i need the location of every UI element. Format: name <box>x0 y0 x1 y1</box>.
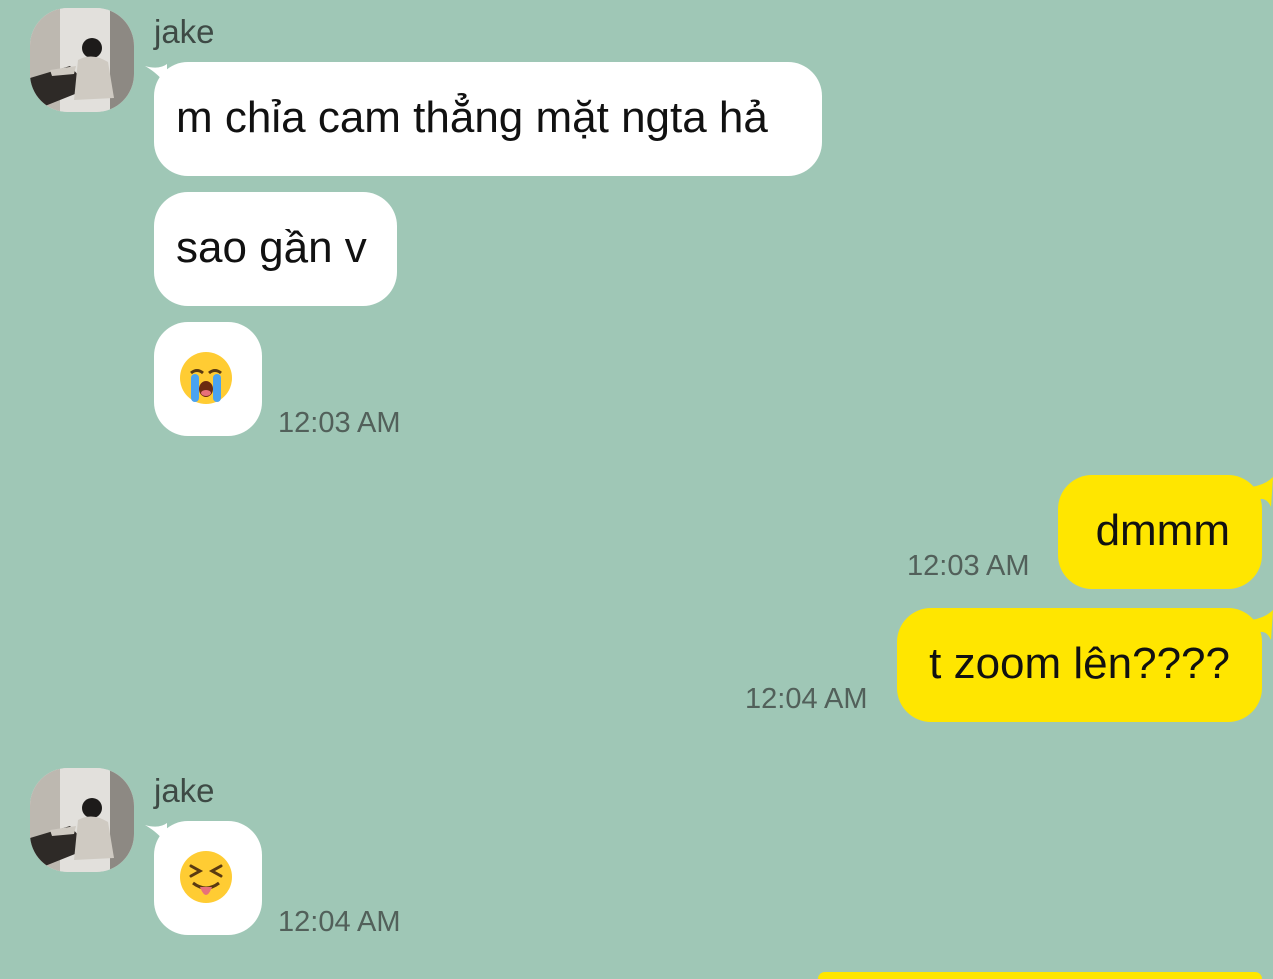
sender-name: jake <box>154 772 215 809</box>
message-bubble-incoming[interactable] <box>154 821 262 935</box>
message-text: sao gần v <box>176 223 367 272</box>
message-timestamp: 12:04 AM <box>745 683 868 715</box>
message-bubble-outgoing[interactable]: dmmm <box>1058 475 1262 589</box>
loudly-crying-face-icon <box>178 350 234 406</box>
message-bubble-outgoing-partial[interactable] <box>818 972 1262 979</box>
message-bubble-incoming[interactable] <box>154 322 262 436</box>
message-bubble-incoming[interactable]: m chỉa cam thẳng mặt ngta hả <box>154 62 822 176</box>
squinting-face-with-tongue-icon <box>178 849 234 905</box>
bubble-tail <box>1251 610 1273 640</box>
avatar[interactable] <box>30 768 134 872</box>
message-bubble-outgoing[interactable]: t zoom lên???? <box>897 608 1262 722</box>
message-text: dmmm <box>1095 506 1230 555</box>
message-text: m chỉa cam thẳng mặt ngta hả <box>176 93 768 142</box>
message-timestamp: 12:04 AM <box>278 906 401 938</box>
sender-name: jake <box>154 13 215 50</box>
message-timestamp: 12:03 AM <box>907 550 1030 582</box>
avatar-photo-icon <box>30 8 134 112</box>
chat-area: jake m chỉa cam thẳng mặt ngta hả sao gầ… <box>0 0 1273 979</box>
message-text: t zoom lên???? <box>929 639 1230 688</box>
message-timestamp: 12:03 AM <box>278 407 401 439</box>
bubble-tail <box>1251 477 1273 507</box>
message-bubble-incoming[interactable]: sao gần v <box>154 192 397 306</box>
avatar-photo-icon <box>30 768 134 872</box>
avatar[interactable] <box>30 8 134 112</box>
